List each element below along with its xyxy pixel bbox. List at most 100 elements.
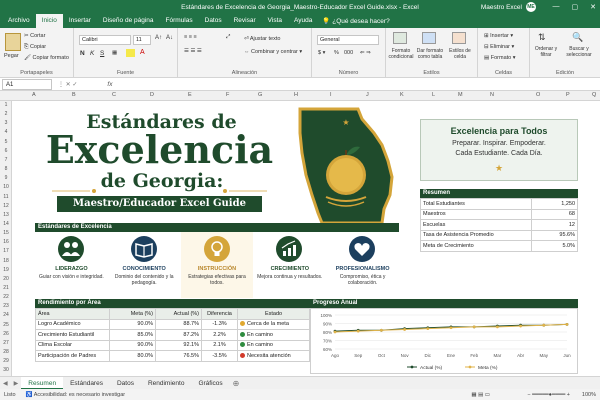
column-header[interactable]: P bbox=[566, 92, 570, 98]
table-row[interactable]: Participación de Padres 80.0% 76.5% -3.5… bbox=[35, 350, 310, 362]
grow-font-icon[interactable]: A↑ bbox=[155, 35, 162, 41]
row-header[interactable]: 28 bbox=[0, 349, 12, 355]
format-table-icon[interactable] bbox=[422, 32, 436, 44]
row-header[interactable]: 9 bbox=[0, 175, 12, 181]
format-painter-button[interactable]: 🖌 Copiar formato bbox=[24, 55, 69, 61]
tab-datos[interactable]: Datos bbox=[199, 14, 228, 28]
row-header[interactable]: 3 bbox=[0, 120, 12, 126]
row-header[interactable]: 29 bbox=[0, 358, 12, 364]
font-size-select[interactable]: 11 bbox=[133, 35, 151, 45]
row-header[interactable]: 24 bbox=[0, 312, 12, 318]
close-icon[interactable]: ✕ bbox=[590, 3, 596, 11]
row-header[interactable]: 16 bbox=[0, 239, 12, 245]
paste-button[interactable]: Pegar bbox=[4, 53, 19, 59]
fx-icon[interactable]: fx bbox=[107, 81, 112, 88]
fill-color-icon[interactable] bbox=[126, 49, 135, 57]
column-header[interactable]: K bbox=[400, 92, 404, 98]
tab-inicio[interactable]: Inicio bbox=[35, 14, 63, 28]
cell-styles-button[interactable]: Estilos de celda bbox=[446, 48, 474, 60]
insert-cells-button[interactable]: ⊞ Insertar ▾ bbox=[484, 33, 513, 39]
table-row[interactable]: Tasa de Asistencia Promedio 95.6% bbox=[420, 229, 578, 241]
font-name-select[interactable]: Calibri bbox=[79, 35, 131, 45]
wrap-text-button[interactable]: ⏎ Ajustar texto bbox=[244, 36, 280, 42]
column-header[interactable]: M bbox=[458, 92, 463, 98]
sort-filter-button[interactable]: Ordenar y filtrar bbox=[532, 46, 560, 58]
conditional-format-button[interactable]: Formato condicional bbox=[388, 48, 414, 60]
row-header[interactable]: 14 bbox=[0, 221, 12, 227]
table-row[interactable]: Maestros 68 bbox=[420, 208, 578, 220]
row-header[interactable]: 30 bbox=[0, 367, 12, 373]
column-header[interactable]: C bbox=[112, 92, 116, 98]
column-header[interactable]: F bbox=[226, 92, 229, 98]
row-header[interactable]: 7 bbox=[0, 157, 12, 163]
tab-scroll-left-icon[interactable]: ◀ bbox=[3, 380, 8, 387]
merge-center-button[interactable]: ⇔ Combinar y centrar ▾ bbox=[244, 49, 302, 55]
align-left-icon[interactable]: ☰ ☰ ☰ bbox=[184, 48, 202, 54]
column-header[interactable]: N bbox=[490, 92, 494, 98]
tab-scroll-right-icon[interactable]: ▶ bbox=[14, 380, 19, 387]
column-header[interactable]: H bbox=[294, 92, 298, 98]
orientation-icon[interactable]: ⤢ bbox=[226, 34, 230, 41]
table-row[interactable]: Meta de Crecimiento 5.0% bbox=[420, 240, 578, 252]
column-header[interactable]: G bbox=[258, 92, 262, 98]
row-header[interactable]: 25 bbox=[0, 322, 12, 328]
tab-archivo[interactable]: Archivo bbox=[2, 14, 36, 28]
row-header[interactable]: 11 bbox=[0, 194, 12, 200]
tell-me-search[interactable]: 💡 ¿Qué desea hacer? bbox=[322, 17, 389, 25]
tab-revisar[interactable]: Revisar bbox=[228, 14, 262, 28]
bold-button[interactable]: N bbox=[80, 50, 85, 57]
align-top-icon[interactable]: ≡ ≡ ≡ bbox=[184, 34, 197, 40]
sheet-tab-graficos[interactable]: Gráficos bbox=[191, 377, 229, 390]
tab-ayuda[interactable]: Ayuda bbox=[288, 14, 318, 28]
sheet-tab-rendimiento[interactable]: Rendimiento bbox=[141, 377, 192, 390]
user-account[interactable]: Maestro Excel ME bbox=[481, 2, 536, 12]
conditional-format-icon[interactable] bbox=[393, 32, 407, 44]
name-box[interactable]: A1 bbox=[2, 78, 52, 90]
column-header[interactable]: I bbox=[330, 92, 332, 98]
column-header[interactable]: J bbox=[366, 92, 369, 98]
decimal-icon[interactable]: ⇐ ⇒ bbox=[360, 50, 371, 56]
row-header[interactable]: 5 bbox=[0, 139, 12, 145]
zoom-slider[interactable]: − ━━━━━●━━━━ + bbox=[527, 392, 570, 398]
column-header[interactable]: A bbox=[32, 92, 36, 98]
row-header[interactable]: 23 bbox=[0, 303, 12, 309]
row-header[interactable]: 6 bbox=[0, 148, 12, 154]
row-header[interactable]: 17 bbox=[0, 248, 12, 254]
column-header[interactable]: O bbox=[536, 92, 540, 98]
sheet-tab-resumen[interactable]: Resumen bbox=[21, 376, 64, 390]
row-header[interactable]: 21 bbox=[0, 285, 12, 291]
paste-icon[interactable] bbox=[5, 33, 21, 51]
row-header[interactable]: 13 bbox=[0, 212, 12, 218]
delete-cells-button[interactable]: ⊟ Eliminar ▾ bbox=[484, 44, 514, 50]
row-header[interactable]: 20 bbox=[0, 276, 12, 282]
row-header[interactable]: 15 bbox=[0, 230, 12, 236]
row-header[interactable]: 10 bbox=[0, 184, 12, 190]
column-header[interactable]: E bbox=[188, 92, 192, 98]
underline-button[interactable]: S bbox=[100, 50, 104, 57]
table-row[interactable]: Total Estudiantes 1,250 bbox=[420, 198, 578, 210]
currency-icon[interactable]: $ ▾ bbox=[318, 50, 325, 56]
column-header[interactable]: L bbox=[432, 92, 435, 98]
row-header[interactable]: 2 bbox=[0, 111, 12, 117]
table-row[interactable]: Crecimiento Estudiantil 85.0% 87.2% 2.2%… bbox=[35, 329, 310, 341]
column-header[interactable]: Q bbox=[592, 92, 596, 98]
table-row[interactable]: Logro Académico 90.0% 88.7% -1.3% Cerca … bbox=[35, 318, 310, 330]
minimize-icon[interactable]: — bbox=[553, 3, 560, 11]
tab-insertar[interactable]: Insertar bbox=[63, 14, 97, 28]
thousands-button[interactable]: 000 bbox=[344, 50, 353, 56]
sheet-tab-datos[interactable]: Datos bbox=[110, 377, 141, 390]
find-select-button[interactable]: Buscar y seleccionar bbox=[562, 46, 596, 58]
row-header[interactable]: 26 bbox=[0, 331, 12, 337]
row-header[interactable]: 1 bbox=[0, 102, 12, 108]
cell-styles-icon[interactable] bbox=[452, 32, 466, 44]
tab-formulas[interactable]: Fórmulas bbox=[160, 14, 199, 28]
cut-button[interactable]: ✂ Cortar bbox=[24, 33, 45, 39]
accessibility-status[interactable]: ♿ Accesibilidad: es necesario investigar bbox=[26, 392, 126, 398]
row-header[interactable]: 12 bbox=[0, 203, 12, 209]
row-header[interactable]: 22 bbox=[0, 294, 12, 300]
number-format-select[interactable]: General bbox=[317, 35, 379, 45]
tab-diseno[interactable]: Diseño de página bbox=[97, 14, 160, 28]
shrink-font-icon[interactable]: A↓ bbox=[166, 35, 173, 41]
italic-button[interactable]: K bbox=[90, 50, 94, 57]
row-header[interactable]: 4 bbox=[0, 129, 12, 135]
